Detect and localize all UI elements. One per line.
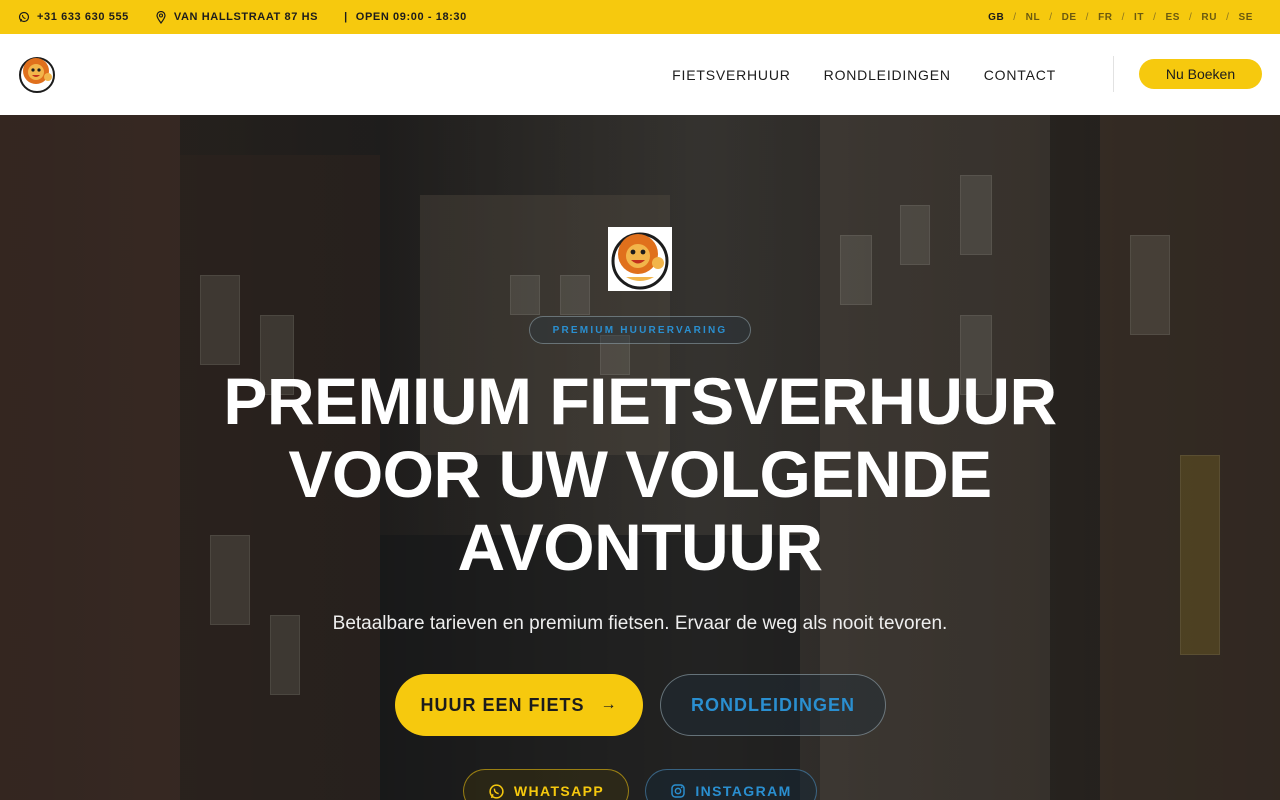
lang-de[interactable]: DE <box>1053 12 1086 23</box>
lang-nl[interactable]: NL <box>1017 12 1050 23</box>
nav-link-fietsverhuur[interactable]: FIETSVERHUUR <box>672 67 791 83</box>
phone-contact[interactable]: +31 633 630 555 <box>18 11 129 23</box>
instagram-icon <box>671 784 686 798</box>
address-contact[interactable]: VAN HALLSTRAAT 87 HS <box>155 10 319 24</box>
opening-hours: | OPEN 09:00 - 18:30 <box>344 11 467 23</box>
lion-mascot-logo[interactable] <box>17 54 57 94</box>
instagram-button[interactable]: INSTAGRAM <box>645 769 817 800</box>
main-navigation: FIETSVERHUUR RONDLEIDINGEN CONTACT Nu Bo… <box>0 34 1280 115</box>
lang-gb[interactable]: GB <box>979 12 1013 23</box>
nav-link-rondleidingen[interactable]: RONDLEIDINGEN <box>824 67 951 83</box>
lang-es[interactable]: ES <box>1156 12 1189 23</box>
lang-it[interactable]: IT <box>1125 12 1153 23</box>
hero-lion-logo <box>608 227 672 291</box>
whatsapp-icon <box>18 11 30 23</box>
rent-bike-button[interactable]: HUUR EEN FIETS → <box>395 674 643 736</box>
headline-line-2: VOOR UW VOLGENDE <box>288 437 992 511</box>
nav-links: FIETSVERHUUR RONDLEIDINGEN CONTACT <box>639 34 1056 115</box>
whatsapp-label: WHATSAPP <box>513 783 605 799</box>
hours-separator: | <box>344 11 348 23</box>
premium-badge: PREMIUM HUURERVARING <box>529 316 751 344</box>
tours-button[interactable]: RONDLEIDINGEN <box>660 674 886 736</box>
arrow-right-icon: → <box>600 696 618 713</box>
lang-ru[interactable]: RU <box>1192 12 1226 23</box>
top-info-bar: +31 633 630 555 VAN HALLSTRAAT 87 HS | O… <box>0 0 1280 34</box>
book-now-button[interactable]: Nu Boeken <box>1139 59 1262 89</box>
whatsapp-icon <box>489 783 504 799</box>
phone-number: +31 633 630 555 <box>37 11 129 23</box>
whatsapp-button[interactable]: WHATSAPP <box>463 769 629 800</box>
nav-link-contact[interactable]: CONTACT <box>984 67 1056 83</box>
language-switcher: GB / NL / DE / FR / IT / ES / RU / SE <box>979 12 1262 23</box>
nav-divider <box>1113 56 1114 92</box>
lang-fr[interactable]: FR <box>1089 12 1122 23</box>
location-pin-icon <box>156 10 166 24</box>
headline-line-3: AVONTUUR <box>457 510 823 584</box>
lang-se[interactable]: SE <box>1229 12 1262 23</box>
hero-headline: PREMIUM FIETSVERHUUR VOOR UW VOLGENDE AV… <box>140 365 1140 584</box>
rent-bike-label: HUUR EEN FIETS <box>420 694 585 715</box>
instagram-label: INSTAGRAM <box>695 783 792 799</box>
headline-line-1: PREMIUM FIETSVERHUUR <box>223 364 1057 438</box>
hours-text: OPEN 09:00 - 18:30 <box>355 11 467 23</box>
hero-section: PREMIUM HUURERVARING PREMIUM FIETSVERHUU… <box>0 115 1280 800</box>
address-text: VAN HALLSTRAAT 87 HS <box>173 11 319 23</box>
hero-subtitle: Betaalbare tarieven en premium fietsen. … <box>332 613 948 634</box>
